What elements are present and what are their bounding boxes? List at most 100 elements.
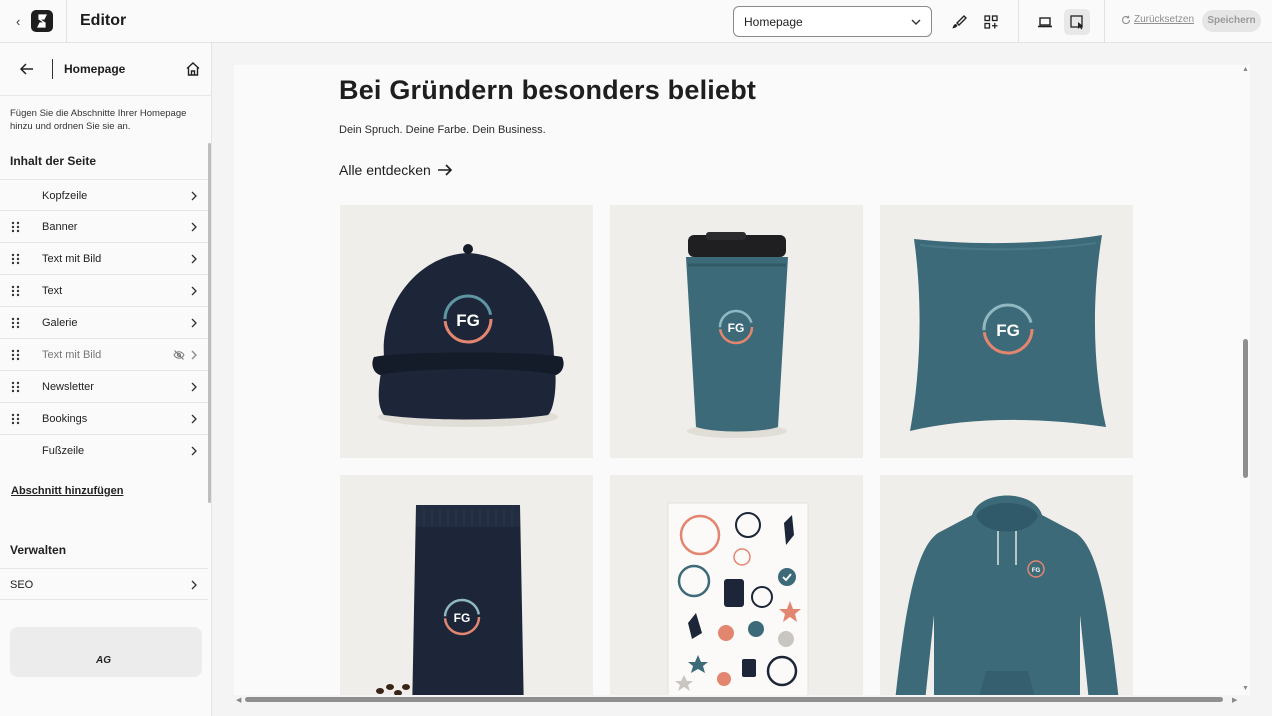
chevron-right-icon [191,350,197,360]
reset-link[interactable]: Zurücksetzen [1121,14,1194,25]
cap-image: FG [372,244,564,427]
hoodie-image: FG [895,495,1119,695]
back-chevron-icon[interactable]: ‹ [16,14,20,29]
laptop-icon [1038,17,1052,28]
chevron-right-icon [191,414,197,424]
drag-handle-icon[interactable] [11,221,20,233]
preview-canvas[interactable]: Bei Gründern besonders beliebt Dein Spru… [234,65,1250,695]
divider [1104,0,1105,43]
chevron-down-icon [911,19,921,25]
drag-handle-icon[interactable] [11,413,20,425]
page-select[interactable]: Homepage [733,6,932,37]
section-label: Text mit Bild [42,253,102,265]
app-logo-icon [31,10,53,32]
save-button[interactable]: Speichern [1202,10,1261,32]
discover-label: Alle entdecken [339,162,431,178]
product-tile-tumbler[interactable]: FG [610,205,863,458]
horizontal-scrollbar-thumb[interactable] [245,697,1223,702]
fg-logo-text: FG [1032,568,1041,574]
arrow-right-icon [437,164,452,176]
page-select-value: Homepage [744,15,803,29]
preview-subline: Dein Spruch. Deine Farbe. Dein Business. [339,124,546,136]
card-mark: AG [96,655,111,666]
add-section-link[interactable]: Abschnitt hinzufügen [11,485,123,497]
section-item-galerie[interactable]: Galerie [0,307,208,339]
promo-card: AG [10,627,202,677]
section-item-bookings[interactable]: Bookings [0,403,208,435]
section-item-text[interactable]: Text [0,275,208,307]
drag-handle-icon[interactable] [11,285,20,297]
sidebar-header: Homepage [0,43,211,96]
drag-handle-icon[interactable] [11,317,20,329]
product-tile-coffee-bag[interactable]: FG [340,475,593,695]
arrow-left-icon[interactable] [19,61,35,77]
divider [52,59,53,79]
cursor-select-icon [1070,15,1084,30]
section-item-text-mit-bild[interactable]: Text mit Bild [0,243,208,275]
tumbler-image: FG [686,232,788,438]
coffee-bag-image: FG [376,505,524,695]
seo-item[interactable]: SEO [0,568,208,600]
eye-off-icon[interactable] [173,349,185,361]
chevron-right-icon [191,580,197,590]
product-tile-cap[interactable]: FG [340,205,593,458]
fg-logo-text: FG [454,611,471,625]
sidebar: Homepage Fügen Sie die Abschnitte Ihrer … [0,43,212,716]
drag-handle-icon[interactable] [11,253,20,265]
discover-link[interactable]: Alle entdecken [339,162,453,178]
section-label: Kopfzeile [42,190,88,202]
chevron-right-icon [191,191,197,201]
scroll-right-arrow-icon[interactable]: ▶ [1232,696,1237,704]
vertical-scrollbar-thumb[interactable] [1243,339,1248,478]
app-title: Editor [80,12,127,29]
section-label: Banner [42,221,78,233]
apps-button[interactable] [978,9,1004,35]
section-item-banner[interactable]: Banner [0,211,208,243]
scroll-up-arrow-icon[interactable]: ▲ [1242,66,1249,73]
reset-label: Zurücksetzen [1134,14,1195,25]
section-label: Fußzeile [42,445,85,457]
desktop-view-button[interactable] [1032,9,1058,35]
chevron-right-icon [191,382,197,392]
theme-brush-button[interactable] [946,9,972,35]
fg-logo-text: FG [456,311,480,330]
product-tile-hoodie[interactable]: FG [880,475,1133,695]
section-label: Bookings [42,413,88,425]
fg-logo-text: FG [728,321,745,335]
drag-handle-icon[interactable] [11,381,20,393]
chevron-right-icon [191,222,197,232]
select-mode-button[interactable] [1064,9,1090,35]
drag-handle-icon[interactable] [11,349,20,361]
section-label: Newsletter [42,381,94,393]
brush-icon [952,15,967,29]
chevron-right-icon [191,446,197,456]
section-label: Text [42,285,63,297]
section-item-text-mit-bild-hidden[interactable]: Text mit Bild [0,339,208,371]
section-item-newsletter[interactable]: Newsletter [0,371,208,403]
product-tile-sticker-sheet[interactable] [610,475,863,695]
scroll-left-arrow-icon[interactable]: ◀ [236,696,241,704]
section-item-fusszeile[interactable]: Fußzeile [0,435,208,467]
fg-logo-text: FG [996,321,1020,340]
section-item-kopfzeile[interactable]: Kopfzeile [0,179,208,211]
section-list: Kopfzeile Banner Text mit Bild Text Gale… [0,179,208,467]
divider [66,0,67,43]
product-tile-pillow[interactable]: FG [880,205,1133,458]
sidebar-scrollbar[interactable] [208,143,211,503]
home-icon[interactable] [185,61,201,77]
seo-label: SEO [10,579,34,591]
refresh-icon [1122,15,1131,24]
preview-headline: Bei Gründern besonders beliebt [339,75,757,105]
sidebar-intro: Fügen Sie die Abschnitte Ihrer Homepage … [10,108,187,132]
chevron-right-icon [191,254,197,264]
sidebar-title: Homepage [64,62,126,76]
top-bar: ‹ Editor Homepage Zurücksetzen Speichern [0,0,1272,43]
content-heading: Inhalt der Seite [10,154,97,168]
chevron-right-icon [191,318,197,328]
divider [1018,0,1019,43]
scroll-down-arrow-icon[interactable]: ▼ [1242,685,1249,692]
manage-heading: Verwalten [10,543,67,557]
chevron-right-icon [191,286,197,296]
section-label: Galerie [42,317,78,329]
sticker-sheet-image [667,502,809,695]
